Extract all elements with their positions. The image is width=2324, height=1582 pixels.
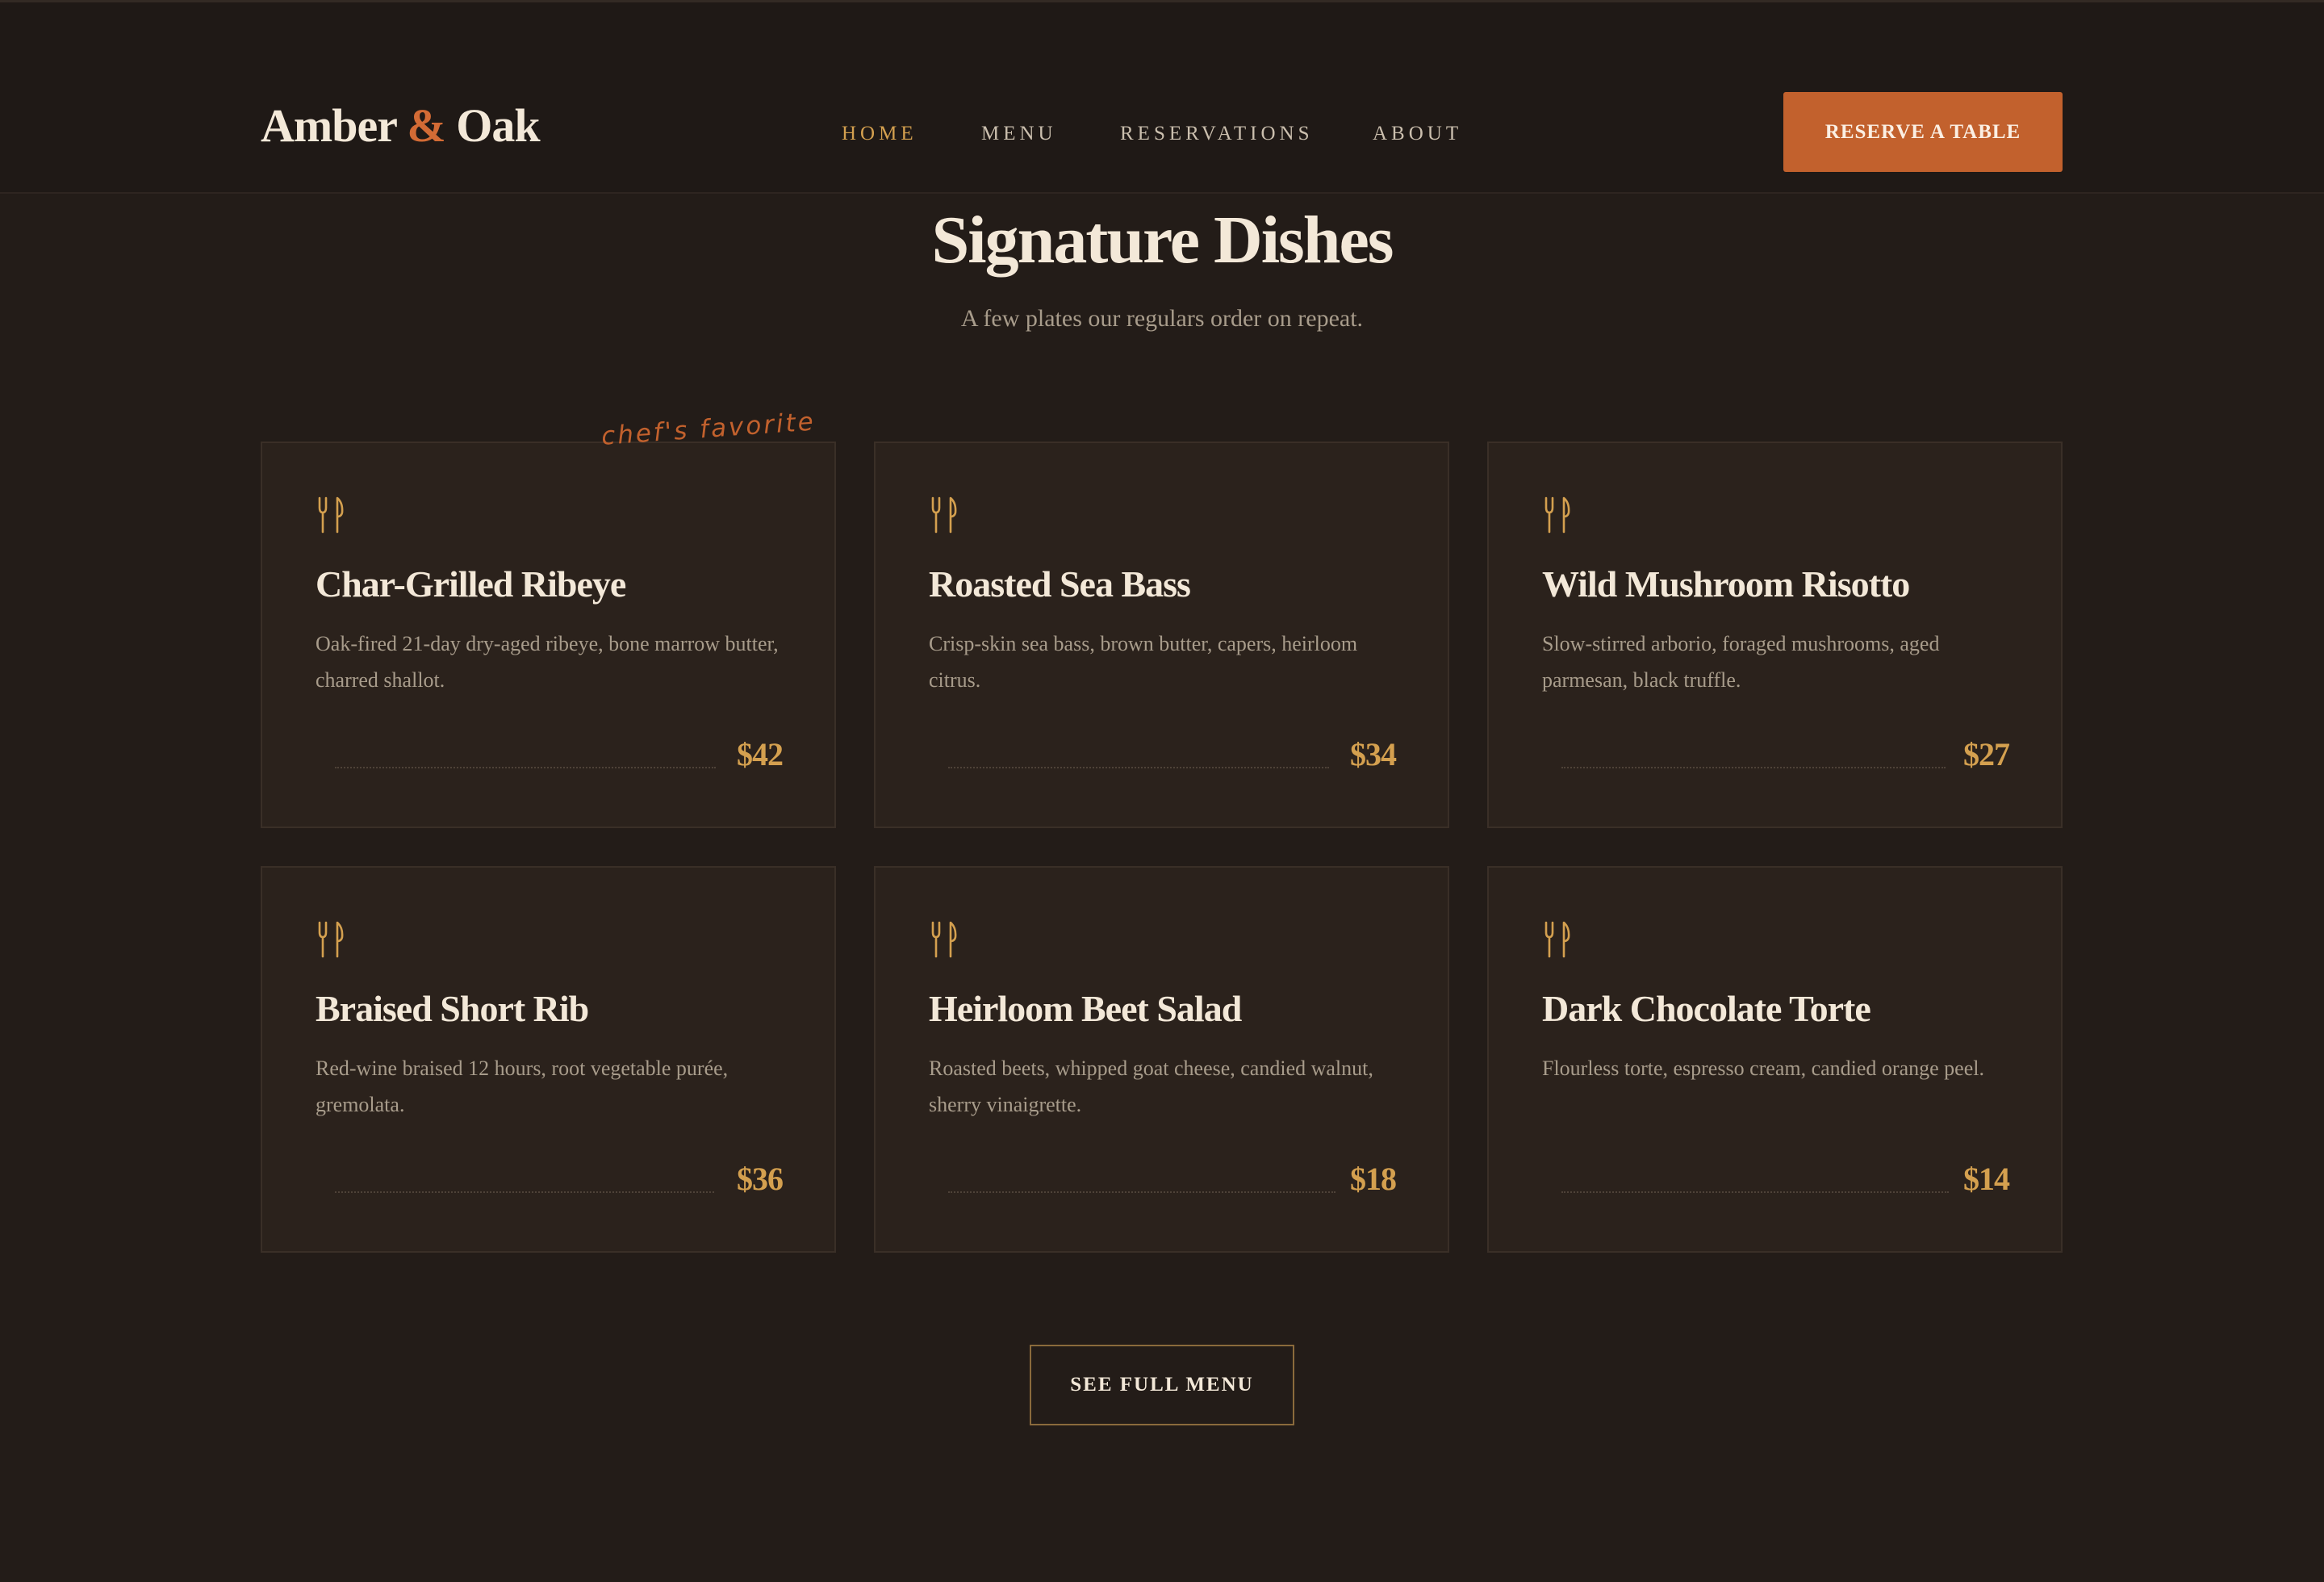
fork-knife-icon (1544, 921, 1570, 958)
dish-card[interactable]: Wild Mushroom Risotto Slow-stirred arbor… (1487, 442, 2063, 828)
dish-description: Slow-stirred arborio, foraged mushrooms,… (1542, 632, 1940, 692)
fork-knife-icon (1544, 496, 1570, 534)
price-leader (335, 767, 716, 768)
price-leader (948, 1191, 1335, 1193)
see-full-menu-button[interactable]: SEE FULL MENU (1030, 1345, 1294, 1425)
site-header: Amber & Oak HOME MENU RESERVATIONS ABOUT… (0, 0, 2324, 194)
nav-item-menu[interactable]: MENU (981, 122, 1057, 146)
dish-name: Char-Grilled Ribeye (316, 563, 626, 605)
dish-price: $34 (1350, 736, 1397, 772)
nav-item-home[interactable]: HOME (842, 122, 917, 146)
section-title: Signature Dishes (931, 203, 1394, 278)
fork-knife-icon (931, 921, 957, 958)
dish-description: Roasted beets, whipped goat cheese, cand… (929, 1057, 1373, 1116)
dish-price: $42 (737, 736, 784, 772)
dish-price: $36 (737, 1161, 784, 1197)
price-leader (1561, 767, 1946, 768)
reserve-table-button[interactable]: RESERVE A TABLE (1783, 92, 2063, 172)
dish-card[interactable]: Braised Short Rib Red-wine braised 12 ho… (261, 866, 836, 1253)
dish-card[interactable]: Dark Chocolate Torte Flourless torte, es… (1487, 866, 2063, 1253)
dish-name: Braised Short Rib (316, 988, 589, 1029)
dish-description: Flourless torte, espresso cream, candied… (1542, 1057, 1984, 1080)
dish-description: Oak-fired 21-day dry-aged ribeye, bone m… (316, 632, 779, 692)
dish-price: $18 (1350, 1161, 1397, 1197)
dish-name: Dark Chocolate Torte (1542, 988, 1871, 1029)
fork-knife-icon (318, 921, 344, 958)
dish-description: Crisp-skin sea bass, brown butter, caper… (929, 632, 1358, 692)
dish-card[interactable]: Heirloom Beet Salad Roasted beets, whipp… (874, 866, 1449, 1253)
nav-item-reservations[interactable]: RESERVATIONS (1120, 122, 1314, 146)
dish-card[interactable]: Roasted Sea Bass Crisp-skin sea bass, br… (874, 442, 1449, 828)
price-leader (335, 1191, 714, 1193)
dish-price: $14 (1963, 1161, 2010, 1197)
fork-knife-icon (318, 496, 344, 534)
dish-price: $27 (1963, 736, 2010, 772)
price-leader (1561, 1191, 1949, 1193)
dishes-grid: Char-Grilled Ribeye Oak-fired 21-day dry… (261, 442, 2063, 1255)
dish-name: Heirloom Beet Salad (929, 988, 1242, 1029)
dish-name: Roasted Sea Bass (929, 563, 1191, 605)
price-leader (948, 767, 1329, 768)
nav-item-about[interactable]: ABOUT (1373, 122, 1462, 146)
section-subtitle: A few plates our regulars order on repea… (960, 305, 1364, 332)
dish-description: Red-wine braised 12 hours, root vegetabl… (316, 1057, 729, 1116)
fork-knife-icon (931, 496, 957, 534)
dish-name: Wild Mushroom Risotto (1542, 563, 1910, 605)
dish-card[interactable]: Char-Grilled Ribeye Oak-fired 21-day dry… (261, 442, 836, 828)
